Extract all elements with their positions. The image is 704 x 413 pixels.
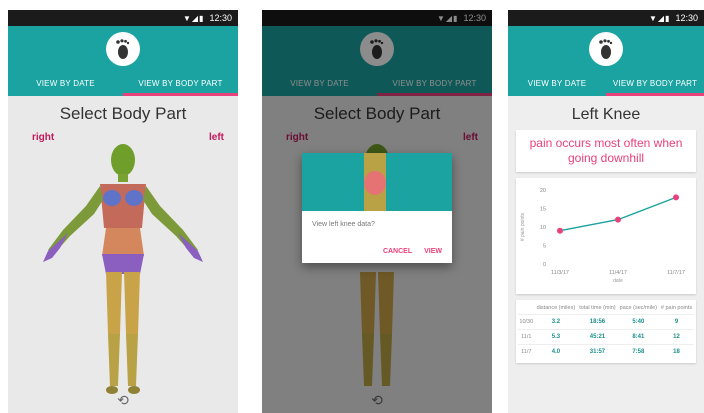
y-tick-label: 15 bbox=[540, 207, 546, 213]
rotate-icon[interactable]: ⟲ bbox=[117, 392, 129, 409]
table-header: distance (miles) bbox=[536, 305, 576, 311]
data-point bbox=[615, 216, 621, 223]
data-point bbox=[673, 194, 679, 201]
page-title: Select Body Part bbox=[59, 104, 187, 123]
confirm-dialog: View left knee data? CANCEL VIEW bbox=[302, 153, 452, 263]
x-tick-label: 11/4/17 bbox=[609, 270, 627, 276]
x-tick-label: 11/3/17 bbox=[551, 270, 569, 276]
row-date: 11/7 bbox=[518, 344, 535, 359]
table-row: 10/30 3.2 18:56 5:40 9 bbox=[518, 314, 694, 330]
screen-confirm-dialog: ▼◢▮ 12:30 VIEW BY DATE VIEW BY BODY PART… bbox=[262, 10, 492, 413]
x-tick-label: 11/7/17 bbox=[667, 270, 685, 276]
x-axis-label: date bbox=[613, 278, 623, 284]
app-header: VIEW BY DATE VIEW BY BODY PART bbox=[508, 26, 704, 96]
row-value: 9 bbox=[659, 314, 694, 330]
row-value: 18 bbox=[659, 344, 694, 359]
row-date: 10/30 bbox=[518, 314, 535, 330]
row-value: 4.0 bbox=[534, 344, 578, 359]
screen-select-body-part: ▼◢▮ 12:30 VIEW BY DATE VIEW BY BODY PART… bbox=[8, 10, 238, 413]
pain-note-card: pain occurs most often when going downhi… bbox=[516, 130, 696, 172]
series-line bbox=[559, 196, 677, 232]
table-header: # pain points bbox=[660, 305, 693, 311]
status-time: 12:30 bbox=[675, 13, 698, 23]
table-row: 11/1 5.3 45:21 8:41 12 bbox=[518, 329, 694, 345]
signal-battery-icons: ▼◢▮ bbox=[648, 13, 671, 23]
table-header: total time (min) bbox=[579, 305, 616, 311]
dialog-message: View left knee data? bbox=[312, 221, 375, 228]
body-model[interactable] bbox=[8, 138, 238, 408]
dialog-knee-preview bbox=[302, 153, 452, 211]
data-point bbox=[557, 227, 563, 234]
row-value: 31:57 bbox=[577, 344, 618, 359]
row-value: 18:56 bbox=[577, 314, 618, 330]
row-value: 5:40 bbox=[617, 314, 660, 330]
status-bar: ▼◢▮ 12:30 bbox=[8, 10, 238, 26]
y-tick-label: 0 bbox=[543, 262, 546, 268]
tab-view-by-date[interactable]: VIEW BY DATE bbox=[8, 70, 123, 96]
row-value: 7:58 bbox=[617, 344, 660, 359]
row-value: 12 bbox=[659, 329, 694, 345]
app-header: VIEW BY DATE VIEW BY BODY PART bbox=[8, 26, 238, 96]
page-title: Left Knee bbox=[571, 106, 641, 123]
table-header bbox=[518, 302, 535, 315]
screen-left-knee-detail: ▼◢▮ 12:30 VIEW BY DATE VIEW BY BODY PART… bbox=[508, 10, 704, 413]
row-date: 11/1 bbox=[518, 329, 535, 345]
y-tick-label: 5 bbox=[543, 244, 546, 250]
tab-view-by-body-part[interactable]: VIEW BY BODY PART bbox=[606, 70, 704, 96]
view-button[interactable]: VIEW bbox=[424, 248, 442, 255]
table-header: pace (sec/mile) bbox=[619, 305, 657, 311]
y-tick-label: 20 bbox=[540, 188, 546, 194]
footprint-logo-icon bbox=[106, 32, 140, 66]
row-value: 45:21 bbox=[577, 329, 618, 345]
signal-battery-icons: ▼◢▮ bbox=[182, 13, 205, 23]
run-stats-table: distance (miles) total time (min) pace (se… bbox=[518, 302, 694, 359]
status-time: 12:30 bbox=[209, 13, 232, 23]
y-axis-label: # pain points bbox=[520, 212, 526, 241]
row-value: 3.2 bbox=[534, 314, 578, 330]
pain-chart-card: 0 5 10 15 20 # pain points 11/3/17 11/4/17 11/7/… bbox=[516, 178, 696, 294]
cancel-button[interactable]: CANCEL bbox=[383, 248, 412, 255]
table-row: 11/7 4.0 31:57 7:58 18 bbox=[518, 344, 694, 359]
run-stats-card: distance (miles) total time (min) pace (se… bbox=[516, 300, 696, 363]
status-bar: ▼◢▮ 12:30 bbox=[508, 10, 704, 26]
row-value: 5.3 bbox=[534, 329, 578, 345]
pain-points-chart: 0 5 10 15 20 # pain points 11/3/17 11/4/17 11/7/… bbox=[520, 188, 685, 284]
y-tick-label: 10 bbox=[540, 225, 546, 231]
row-value: 8:41 bbox=[617, 329, 660, 345]
tab-view-by-body-part[interactable]: VIEW BY BODY PART bbox=[123, 70, 238, 96]
tab-view-by-date[interactable]: VIEW BY DATE bbox=[508, 70, 606, 96]
footprint-logo-icon bbox=[589, 32, 623, 66]
